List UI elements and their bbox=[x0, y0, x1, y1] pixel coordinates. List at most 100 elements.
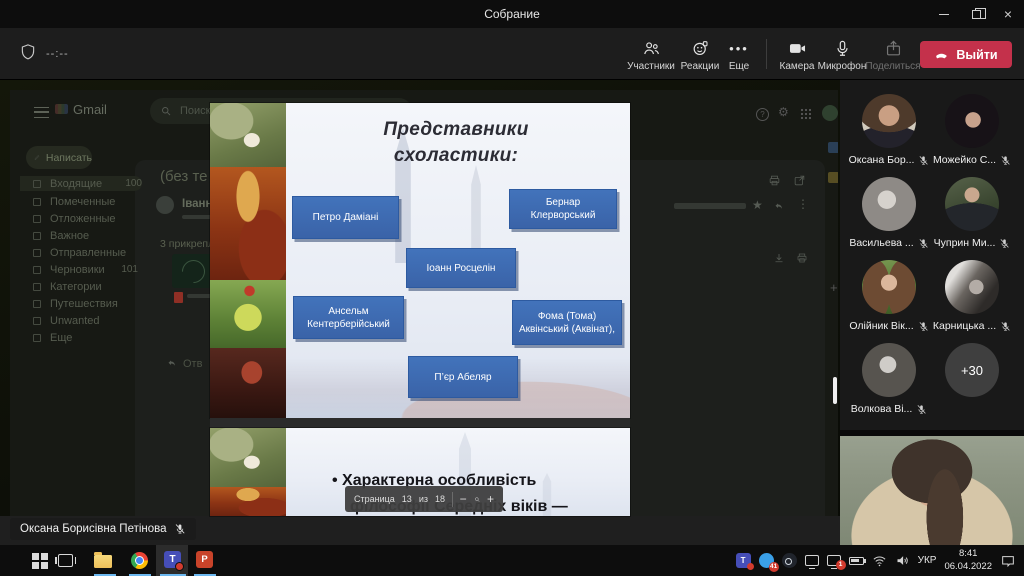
restore-icon bbox=[972, 10, 981, 19]
participant-tile[interactable]: Олійник Вік... bbox=[849, 260, 929, 338]
gmail-compose-button[interactable]: Написать bbox=[26, 146, 92, 169]
share-button[interactable]: Поделиться bbox=[864, 32, 922, 78]
gmail-scrollbar[interactable] bbox=[833, 377, 837, 404]
microphone-button[interactable]: Микрофон bbox=[814, 32, 870, 78]
painting-wagon bbox=[210, 280, 286, 348]
tray-teams-icon[interactable]: T bbox=[736, 553, 751, 568]
gmail-settings-icon[interactable]: ⚙ bbox=[778, 105, 789, 119]
slide-art-strip bbox=[210, 428, 286, 516]
participant-tile[interactable]: Волкова Ві... bbox=[849, 343, 929, 421]
chrome-button[interactable] bbox=[131, 551, 148, 569]
calendar-rail-icon[interactable] bbox=[828, 142, 838, 153]
participant-tile[interactable]: Карницька ... bbox=[932, 260, 1012, 338]
reply-icon[interactable] bbox=[166, 357, 178, 369]
nav-label: Помеченные bbox=[50, 196, 115, 208]
reply-action-icon[interactable] bbox=[773, 200, 785, 212]
close-button[interactable]: × bbox=[992, 0, 1024, 28]
chevron-down-icon bbox=[33, 334, 41, 342]
rail-plus-icon[interactable]: + bbox=[830, 280, 838, 295]
system-tray: T 41 1 УКР 8:41 06.04.2022 bbox=[736, 545, 1024, 576]
participant-tile[interactable]: Чуприн Ми... bbox=[932, 177, 1012, 255]
gmail-nav-starred[interactable]: Помеченные bbox=[33, 194, 138, 209]
tray-steam-icon[interactable] bbox=[782, 553, 797, 568]
meeting-stage: Gmail Поиск в по ? ⚙ Написать Входящие10… bbox=[0, 80, 1024, 545]
toolbar-divider bbox=[766, 39, 767, 69]
zoom-tool-icon[interactable] bbox=[474, 494, 480, 505]
start-button[interactable] bbox=[32, 553, 48, 569]
nav-count: 101 bbox=[121, 264, 138, 275]
print-icon[interactable] bbox=[768, 174, 781, 187]
pager-current-page[interactable]: 13 bbox=[402, 494, 412, 504]
keep-rail-icon[interactable] bbox=[828, 172, 838, 183]
participants-button[interactable]: Участники bbox=[622, 32, 680, 78]
email-reply-label[interactable]: Отв bbox=[183, 358, 202, 370]
webcam-video[interactable] bbox=[840, 430, 1024, 545]
participant-tile[interactable]: Оксана Бор... bbox=[849, 94, 929, 172]
participant-name: Оксана Бор... bbox=[849, 154, 915, 166]
gmail-nav-important[interactable]: Важное bbox=[33, 228, 138, 243]
file-explorer-button[interactable] bbox=[94, 551, 112, 568]
gmail-account-avatar[interactable] bbox=[822, 105, 838, 121]
pager-total-pages: 18 bbox=[435, 494, 445, 504]
gmail-nav-sent[interactable]: Отправленные bbox=[33, 245, 138, 260]
zoom-out-button[interactable]: − bbox=[460, 493, 467, 505]
wifi-icon[interactable] bbox=[872, 553, 887, 568]
tray-display-icon[interactable] bbox=[805, 555, 819, 566]
gmail-logo-text: Gmail bbox=[73, 102, 107, 117]
gmail-nav-inbox[interactable]: Входящие100 bbox=[20, 176, 142, 191]
open-in-new-icon[interactable] bbox=[793, 174, 806, 187]
language-indicator[interactable]: УКР bbox=[918, 555, 937, 566]
more-vert-icon[interactable]: ⋮ bbox=[797, 197, 809, 211]
minimize-button[interactable] bbox=[928, 0, 960, 28]
avatar bbox=[862, 94, 916, 148]
gmail-compose-label: Написать bbox=[46, 152, 92, 164]
taskbar-clock[interactable]: 8:41 06.04.2022 bbox=[944, 548, 992, 573]
zoom-in-button[interactable]: + bbox=[487, 493, 494, 505]
presenter-name-badge: Оксана Борисівна Петінова bbox=[10, 518, 196, 540]
gmail-menu-icon[interactable] bbox=[34, 107, 49, 118]
nav-label: Важное bbox=[50, 230, 89, 242]
print-attachment-icon[interactable] bbox=[796, 252, 808, 264]
participant-overflow-tile[interactable]: +30 bbox=[932, 343, 1012, 421]
slide-art-strip bbox=[210, 103, 286, 418]
gmail-nav-categories[interactable]: Категории bbox=[33, 279, 138, 294]
compose-pencil-icon bbox=[34, 152, 40, 163]
download-icon[interactable] bbox=[773, 252, 785, 264]
teams-button[interactable]: T bbox=[164, 551, 181, 568]
attachment-thumbnail[interactable] bbox=[172, 254, 214, 288]
slide-box-roscelin: Іоанн Росцелін bbox=[406, 248, 516, 288]
messenger-badge: 41 bbox=[769, 562, 779, 572]
gmail-nav-travel[interactable]: Путешествия bbox=[33, 296, 138, 311]
action-center-icon[interactable] bbox=[1000, 553, 1016, 569]
gmail-nav-snoozed[interactable]: Отложенные bbox=[33, 211, 138, 226]
more-button[interactable]: ••• Еще bbox=[724, 32, 754, 78]
participant-tile[interactable]: Васильева ... bbox=[849, 177, 929, 255]
draft-icon bbox=[33, 266, 41, 274]
reactions-button[interactable]: Реакции bbox=[676, 32, 724, 78]
avatar bbox=[862, 177, 916, 231]
task-view-button[interactable] bbox=[58, 551, 73, 567]
tray-display2-icon[interactable]: 1 bbox=[827, 555, 841, 566]
gmail-nav-drafts[interactable]: Черновики101 bbox=[33, 262, 138, 277]
restore-button[interactable] bbox=[960, 0, 992, 28]
gmail-nav-unwanted[interactable]: Unwanted bbox=[33, 313, 138, 328]
tray-messenger-icon[interactable]: 41 bbox=[759, 553, 774, 568]
nav-label: Отложенные bbox=[50, 213, 116, 225]
participant-tile[interactable]: Можейко С... bbox=[932, 94, 1012, 172]
meeting-timer: --:-- bbox=[46, 48, 69, 60]
slide-title-line2: схоластики: bbox=[306, 143, 606, 169]
gmail-apps-grid-icon[interactable] bbox=[800, 108, 811, 119]
battery-icon[interactable] bbox=[849, 557, 864, 565]
powerpoint-button[interactable]: P bbox=[196, 551, 213, 568]
camera-icon bbox=[788, 39, 807, 58]
volume-icon[interactable] bbox=[895, 553, 910, 568]
more-label: Еще bbox=[729, 61, 749, 72]
gmail-logo-icon bbox=[55, 104, 68, 114]
minimize-icon bbox=[939, 14, 949, 15]
star-toggle-icon[interactable]: ★ bbox=[752, 198, 763, 212]
painting-horse bbox=[210, 428, 286, 487]
gmail-nav-more[interactable]: Еще bbox=[33, 330, 138, 345]
gmail-help-icon[interactable]: ? bbox=[756, 108, 769, 121]
leave-button[interactable]: Выйти bbox=[920, 41, 1012, 68]
pager-divider bbox=[452, 492, 453, 507]
